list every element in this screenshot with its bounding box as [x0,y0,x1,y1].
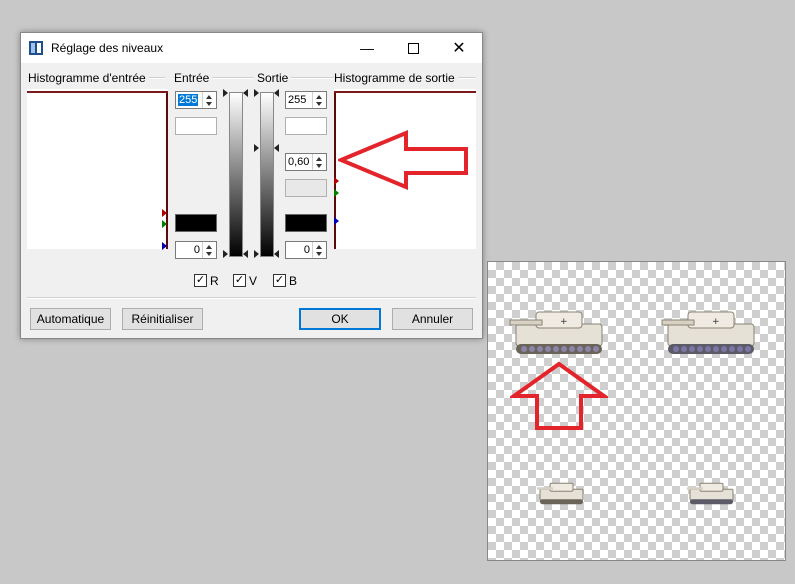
input-histogram-label: Histogramme d'entrée [28,71,149,85]
spin-up-icon[interactable] [316,157,322,161]
output-high-value[interactable]: 255 [288,94,306,106]
output-low-spinner[interactable]: 0 [285,241,327,259]
output-high-handle-right[interactable] [274,89,279,97]
spin-down-icon[interactable] [316,102,322,106]
output-high-handle[interactable] [254,89,259,97]
minimize-button[interactable]: — [344,33,390,63]
input-low-handle[interactable] [223,250,228,258]
blue-level-marker [334,217,339,225]
histogram-line [334,91,476,93]
input-low-handle-right[interactable] [243,250,248,258]
input-high-handle[interactable] [223,89,228,97]
maximize-button[interactable] [390,33,436,63]
close-icon: ✕ [452,40,466,57]
gamma-spinner[interactable]: 0,60 [285,153,327,171]
input-low-color-swatch[interactable] [175,214,217,232]
input-histogram [27,89,168,249]
spin-up-icon[interactable] [316,95,322,99]
gamma-value[interactable]: 0,60 [288,156,309,168]
green-channel-checkbox[interactable]: ✓ [233,274,246,287]
arrow-up-icon [510,361,608,430]
divider [27,297,476,299]
spin-down-icon[interactable] [316,252,322,256]
automatic-button[interactable]: Automatique [30,308,111,330]
output-low-color-swatch[interactable] [285,214,327,232]
histogram-line [27,91,168,93]
output-low-handle[interactable] [254,250,259,258]
spin-down-icon[interactable] [206,252,212,256]
spin-down-icon[interactable] [206,102,212,106]
input-low-value[interactable]: 0 [194,244,200,256]
spin-down-icon[interactable] [316,164,322,168]
input-low-spinner[interactable]: 0 [175,241,217,259]
green-level-marker [162,220,167,228]
cancel-button[interactable]: Annuler [392,308,473,330]
levels-app-icon [29,41,43,55]
tank-sprite: + [661,311,755,354]
histogram-edge [334,93,336,249]
blue-channel-checkbox[interactable]: ✓ [273,274,286,287]
spin-up-icon[interactable] [316,245,322,249]
red-level-marker [162,209,167,217]
blue-level-marker [162,242,167,250]
red-channel-label: R [210,274,219,288]
gamma-color-swatch[interactable] [285,179,327,197]
tank-sprite-small [687,482,734,505]
output-gradient-bar [260,92,274,257]
input-high-spinner[interactable]: 255 [175,91,217,109]
ok-button[interactable]: OK [299,308,381,330]
maximize-icon [407,42,419,54]
input-high-handle-right[interactable] [243,89,248,97]
window-title: Réglage des niveaux [51,41,164,55]
svg-text:+: + [560,317,568,327]
input-high-value[interactable]: 255 [178,94,199,106]
spin-up-icon[interactable] [206,95,212,99]
reset-button[interactable]: Réinitialiser [122,308,203,330]
output-low-handle-right[interactable] [274,250,279,258]
svg-text:+: + [712,317,720,327]
output-high-spinner[interactable]: 255 [285,91,327,109]
gamma-handle-right[interactable] [274,144,279,152]
output-high-color-swatch[interactable] [285,117,327,135]
red-channel-checkbox[interactable]: ✓ [194,274,207,287]
input-gradient-bar [229,92,243,257]
output-label: Sortie [254,71,292,85]
input-label: Entrée [174,71,213,85]
tank-sprite: + [509,311,603,354]
input-high-color-swatch[interactable] [175,117,217,135]
green-channel-label: V [249,274,258,288]
spin-up-icon[interactable] [206,245,212,249]
gamma-handle[interactable] [254,144,259,152]
minimize-icon: — [360,40,374,56]
output-low-value[interactable]: 0 [304,244,310,256]
output-histogram-label: Histogramme de sortie [334,71,458,85]
green-level-marker [334,189,339,197]
tank-sprite-small [537,482,584,505]
title-bar[interactable]: Réglage des niveaux — ✕ [21,33,482,63]
blue-channel-label: B [289,274,298,288]
arrow-left-icon [338,130,468,190]
close-button[interactable]: ✕ [436,33,482,63]
